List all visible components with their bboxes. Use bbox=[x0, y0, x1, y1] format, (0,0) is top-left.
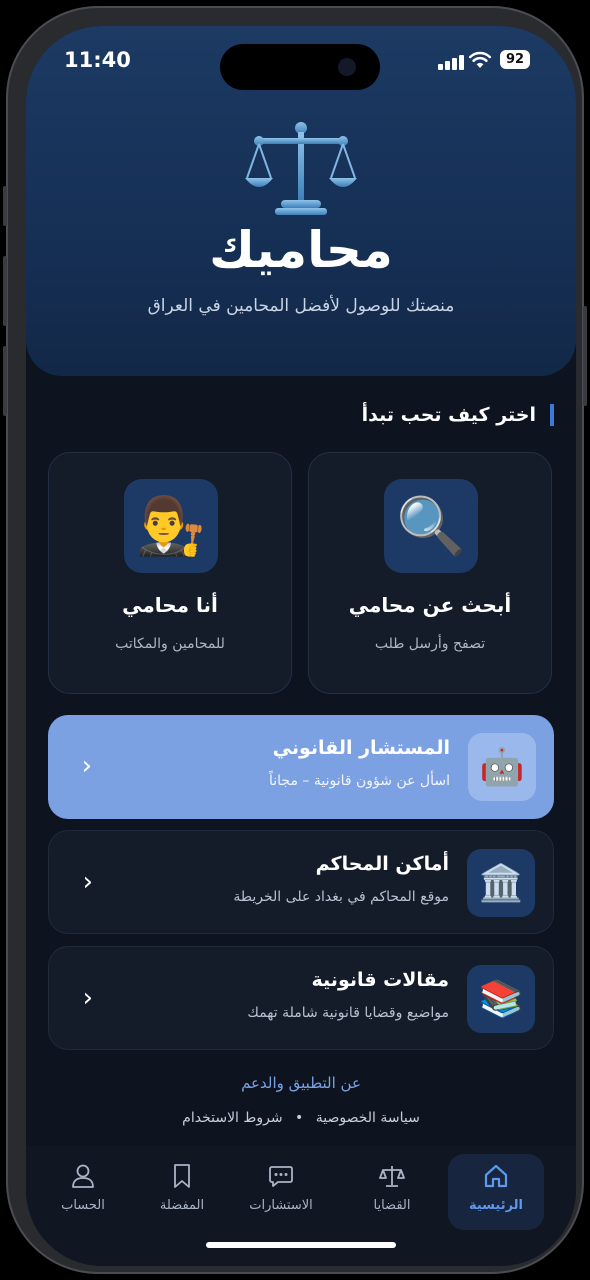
chevron-icon: ‹ bbox=[81, 751, 92, 781]
status-bar: 11:40 92 bbox=[26, 44, 576, 90]
courts-locations-row[interactable]: 🏛️ أماكن المحاكم موقع المحاكم في بغداد ع… bbox=[48, 830, 554, 934]
tab-label: الحساب bbox=[61, 1198, 105, 1213]
magnifier-icon: 🔍 bbox=[384, 479, 478, 573]
section-title: اختر كيف تحب تبدأ bbox=[362, 404, 554, 426]
bookmark-icon bbox=[174, 1164, 190, 1188]
row-title: المستشار القانوني bbox=[272, 737, 450, 759]
app-screen: 11:40 92 محاميك منصتك للوصول لأفضل المحا… bbox=[26, 26, 576, 1266]
home-icon bbox=[484, 1164, 508, 1188]
row-subtitle: مواضيع وقضايا قانونية شاملة تهمك bbox=[247, 1005, 449, 1021]
battery-indicator: 92 bbox=[500, 50, 530, 69]
terms-link[interactable]: شروط الاستخدام bbox=[182, 1110, 282, 1126]
bottom-tab-bar: الرئيسية القضايا الاستشارات المفضلة الحس… bbox=[26, 1146, 576, 1266]
i-am-lawyer-subtitle: للمحامين والمكاتب bbox=[115, 636, 225, 652]
tab-consultations[interactable]: الاستشارات bbox=[233, 1154, 329, 1230]
footer-links: سياسة الخصوصية • شروط الاستخدام bbox=[26, 1110, 576, 1126]
chevron-icon: ‹ bbox=[82, 983, 93, 1013]
wifi-icon bbox=[468, 51, 492, 68]
hero-header: 11:40 92 محاميك منصتك للوصول لأفضل المحا… bbox=[26, 26, 576, 376]
signal-icon bbox=[438, 54, 464, 70]
tab-label: المفضلة bbox=[159, 1198, 205, 1213]
dynamic-island bbox=[220, 44, 380, 90]
app-subtitle: منصتك للوصول لأفضل المحامين في العراق bbox=[147, 296, 455, 316]
mute-switch bbox=[3, 186, 7, 226]
i-am-lawyer-title: أنا محامي bbox=[122, 593, 218, 617]
power-button bbox=[583, 306, 587, 406]
row-title: أماكن المحاكم bbox=[315, 853, 449, 875]
privacy-policy-link[interactable]: سياسة الخصوصية bbox=[316, 1110, 420, 1126]
tab-home[interactable]: الرئيسية bbox=[448, 1154, 544, 1230]
scales-icon bbox=[379, 1166, 405, 1187]
tab-label: الاستشارات bbox=[249, 1198, 313, 1213]
books-icon: 📚 bbox=[467, 965, 535, 1033]
tab-label: الرئيسية bbox=[468, 1198, 524, 1213]
status-time: 11:40 bbox=[64, 48, 131, 72]
row-subtitle: اسأل عن شؤون قانونية – مجاناً bbox=[268, 773, 450, 789]
chat-icon bbox=[269, 1166, 293, 1187]
tab-label: القضايا bbox=[373, 1198, 411, 1213]
i-am-lawyer-card[interactable]: 👨‍⚖️ أنا محامي للمحامين والمكاتب bbox=[48, 452, 292, 694]
find-lawyer-card[interactable]: 🔍 أبحث عن محامي تصفح وأرسل طلب bbox=[308, 452, 552, 694]
app-title: محاميك bbox=[209, 221, 393, 279]
tab-cases[interactable]: القضايا bbox=[344, 1154, 440, 1230]
separator-dot: • bbox=[295, 1110, 304, 1126]
volume-down-button bbox=[3, 346, 7, 416]
legal-advisor-row[interactable]: 🤖 المستشار القانوني اسأل عن شؤون قانونية… bbox=[48, 715, 554, 819]
user-icon bbox=[72, 1164, 94, 1188]
chevron-icon: ‹ bbox=[82, 867, 93, 897]
judge-icon: 👨‍⚖️ bbox=[124, 479, 218, 573]
tab-account[interactable]: الحساب bbox=[35, 1154, 131, 1230]
robot-icon: 🤖 bbox=[468, 733, 536, 801]
find-lawyer-title: أبحث عن محامي bbox=[348, 593, 512, 617]
row-title: مقالات قانونية bbox=[311, 969, 449, 991]
legal-articles-row[interactable]: 📚 مقالات قانونية مواضيع وقضايا قانونية ش… bbox=[48, 946, 554, 1050]
tab-favorites[interactable]: المفضلة bbox=[134, 1154, 230, 1230]
volume-up-button bbox=[3, 256, 7, 326]
phone-frame: 11:40 92 محاميك منصتك للوصول لأفضل المحا… bbox=[3, 6, 587, 1274]
scales-icon bbox=[245, 122, 357, 215]
about-support-link[interactable]: عن التطبيق والدعم bbox=[26, 1074, 576, 1092]
find-lawyer-subtitle: تصفح وأرسل طلب bbox=[374, 636, 486, 652]
row-subtitle: موقع المحاكم في بغداد على الخريطة bbox=[233, 889, 449, 905]
courthouse-icon: 🏛️ bbox=[467, 849, 535, 917]
camera-icon bbox=[338, 58, 356, 76]
home-indicator[interactable] bbox=[206, 1242, 396, 1248]
